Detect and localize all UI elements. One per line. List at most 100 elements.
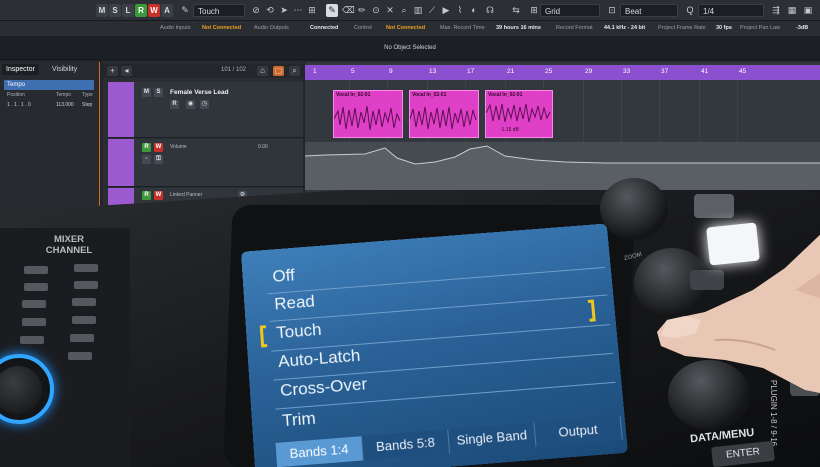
track-visibility-icon[interactable]: ▢ [273,66,284,76]
channel-led [22,318,46,326]
automation-lane-volume[interactable]: R W Volume 0.00 ▫ ⚿ [108,139,303,187]
grid-type-select[interactable]: Beat [620,4,678,17]
audio-outputs-status[interactable]: Connected [310,25,338,31]
automation-curve[interactable] [305,142,820,190]
level-meter-icon[interactable]: ▦ [786,4,798,17]
audio-inputs-status[interactable]: Not Connected [202,25,241,31]
bar-number: 21 [507,68,515,75]
range-icon[interactable]: ⋯ [292,4,304,17]
control-status[interactable]: Not Connected [386,25,425,31]
max-record-value: 39 hours 16 mins [496,25,541,31]
audio-event[interactable]: Vocal In_02-01 [409,90,479,138]
lane-write-button[interactable]: W [154,143,163,152]
snap-icon[interactable]: ⇆ [510,4,522,17]
split-icon[interactable]: ⊞ [306,4,318,17]
eraser-icon[interactable]: ⌫ [342,4,355,17]
quantize-toggle-icon[interactable]: ⇶ [770,4,782,17]
control-label: Control [354,25,372,31]
automation-button[interactable]: A [161,4,173,17]
max-record-label: Max. Record Time [440,25,485,31]
add-track-icon[interactable]: + [107,66,118,76]
event-name: Vocal In_02-01 [412,92,447,98]
loop-icon[interactable]: ⟲ [264,4,276,17]
lane-parameter[interactable]: Linked Panner [170,192,202,198]
event-name: Vocal In_02-01 [336,92,371,98]
pan-law-label: Project Pan Law [740,25,781,31]
tempo-track-field[interactable]: Tempo [4,80,94,90]
glue-icon[interactable]: ⊙ [370,4,382,17]
channel-led [68,352,92,360]
track-filter-icon[interactable]: ⌂ [257,66,268,76]
finger-hand [657,234,820,393]
listen-button[interactable]: L [122,4,134,17]
draw-tool-icon[interactable]: ✎ [326,4,338,17]
track-mute-button[interactable]: M [142,88,151,97]
track-monitor-icon[interactable]: ◉ [186,100,195,109]
suspend-icon[interactable]: ⊘ [250,4,262,17]
track-list-header: + ◂ 101 / 102 ⌂ ▢ ⌕ [103,64,303,78]
lane-write-button[interactable]: W [154,191,163,200]
play-tool-icon[interactable]: ▶ [440,4,452,17]
selection-bracket-left [259,325,268,348]
grid-icon[interactable]: ⊞ [528,4,540,17]
grid-settings-icon[interactable]: ⊡ [606,4,618,17]
read-button[interactable]: R [135,4,147,17]
quantize-icon[interactable]: Q [684,4,696,17]
track-count: 101 / 102 [221,67,247,73]
channel-led [22,300,46,308]
automation-mode-select[interactable]: Touch [193,4,245,17]
waveform [410,106,477,130]
track-name[interactable]: Female Verse Lead [170,89,229,96]
snap-type-select[interactable]: Grid [540,4,600,17]
window-layout-icon[interactable]: ▣ [802,4,814,17]
tab-output[interactable]: Output [534,415,623,447]
timeline-ruler[interactable]: 1 5 9 13 17 21 25 29 33 37 41 45 [305,65,820,80]
write-button[interactable]: W [148,4,160,17]
tab-single-band[interactable]: Single Band [448,422,537,454]
tab-bands-5-8[interactable]: Bands 5:8 [361,429,451,461]
audio-event[interactable]: Vocal In_02-01 -1.15 dB [485,90,553,138]
track-female-verse-lead[interactable]: M S Female Verse Lead R ◉ ◷ [108,82,303,138]
tab-inspector[interactable]: Inspector [2,64,39,75]
comp-icon[interactable]: ▥ [412,4,424,17]
frame-rate-value[interactable]: 30 fps [716,25,732,31]
event-gain: -1.15 dB [500,127,519,133]
bar-number: 37 [661,68,669,75]
speaker-icon[interactable]: ☊ [484,4,496,17]
lane-read-button[interactable]: R [142,143,151,152]
daw-window: M S L R W A ✎ Touch ⊘ ⟲ ➤ ⋯ ⊞ ✎ ⌫ ✏ ⊙ ✕ … [0,0,820,215]
tab-visibility[interactable]: Visibility [48,64,81,75]
mute-button[interactable]: M [96,4,108,17]
pencil-icon[interactable]: ✏ [356,4,368,17]
record-format-value[interactable]: 44.1 kHz - 24 bit [604,25,645,31]
tempo-table-header: Position Tempo Type [4,92,94,100]
track-read-button[interactable]: R [170,100,179,109]
arrow-icon[interactable]: ➤ [278,4,290,17]
lane-parameter[interactable]: Volume [170,144,187,150]
quantize-select[interactable]: 1/4 [698,4,764,17]
color-icon[interactable]: ◐ [468,4,480,17]
line-tool-icon[interactable]: ⟋ [426,4,438,17]
zoom-tool-icon[interactable]: ⌕ [398,4,410,17]
channel-led [74,281,98,289]
solo-button[interactable]: S [109,4,121,17]
track-search-icon[interactable]: ⌕ [289,66,300,76]
bar-number: 25 [545,68,553,75]
lane-lock-icon[interactable]: ⚿ [154,155,163,164]
audio-event[interactable]: Vocal In_02-01 [333,90,403,138]
lane-mute-icon[interactable]: ▫ [142,155,151,164]
pan-law-value[interactable]: -3dB [796,25,808,31]
table-row[interactable]: 1 . 1 . 1 . 0 113.000 Step [4,102,94,110]
volume-automation-lane[interactable] [305,142,820,190]
bar-number: 1 [313,68,317,75]
tab-bands-1-4[interactable]: Bands 1:4 [275,436,364,467]
bar-number: 29 [585,68,593,75]
cut-icon[interactable]: ✕ [384,4,396,17]
time-warp-icon[interactable]: ⌇ [454,4,466,17]
lane-value[interactable]: 0.00 [258,144,268,150]
track-solo-button[interactable]: S [154,88,163,97]
column-position: Position [7,92,25,98]
track-menu-icon[interactable]: ◂ [121,66,132,76]
track-timebase-icon[interactable]: ◷ [200,100,209,109]
lane-read-button[interactable]: R [142,191,151,200]
